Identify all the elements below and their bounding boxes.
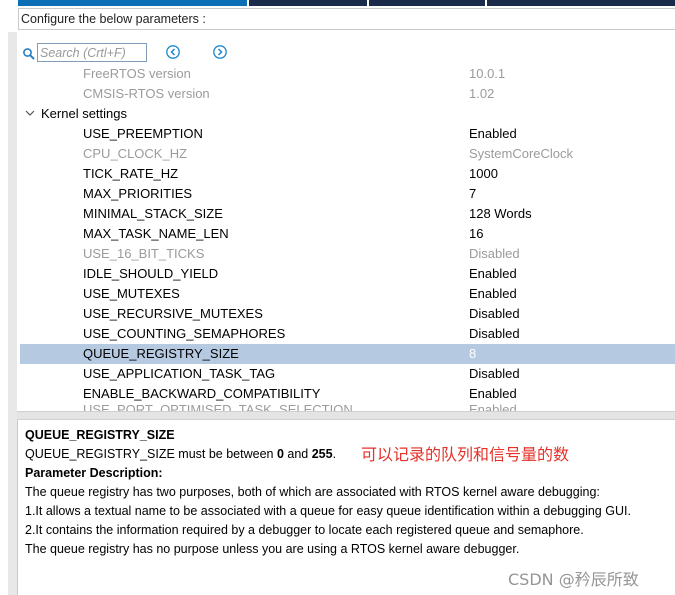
param-name: TICK_RATE_HZ [83,166,179,181]
description-title: QUEUE_REGISTRY_SIZE [25,428,175,442]
annotation-text: 可以记录的队列和信号量的数 [361,445,570,464]
description-range: QUEUE_REGISTRY_SIZE must be between 0 an… [25,447,337,461]
param-name: USE_16_BIT_TICKS [83,246,205,261]
param-row-use-recursive-mutexes[interactable]: USE_RECURSIVE_MUTEXES Disabled [20,304,675,324]
param-name: IDLE_SHOULD_YIELD [83,266,219,281]
param-value: Enabled [469,386,517,401]
parameter-tree: FreeRTOS version 10.0.1 CMSIS-RTOS versi… [20,64,675,412]
group-kernel-settings[interactable]: Kernel settings [20,104,675,124]
param-value: 7 [469,186,477,201]
splitter-handle[interactable] [17,411,675,420]
param-value: Enabled [469,126,517,141]
watermark-text: CSDN @矜辰所致 [508,570,639,589]
param-value-editor[interactable]: 8 [469,346,476,361]
param-row-use-preemption[interactable]: USE_PREEMPTION Enabled [20,124,675,144]
param-value: Enabled [469,266,517,281]
param-name: USE_MUTEXES [83,286,180,301]
param-row-use-counting-semaphores[interactable]: USE_COUNTING_SEMAPHORES Disabled [20,324,675,344]
param-value: 1000 [469,166,498,181]
description-line: The queue registry has no purpose unless… [25,542,520,556]
tab-parameter-settings[interactable] [18,0,247,6]
param-value: Disabled [469,366,520,381]
param-value: SystemCoreClock [469,146,574,161]
description-line: The queue registry has two purposes, bot… [25,485,600,499]
param-row-use-mutexes[interactable]: USE_MUTEXES Enabled [20,284,675,304]
tab-user-constants[interactable] [249,0,367,6]
param-value: Disabled [469,246,520,261]
param-name: FreeRTOS version [83,66,191,81]
param-name: MAX_TASK_NAME_LEN [83,226,229,241]
description-line: 2.It contains the information required b… [25,523,584,537]
next-match-icon[interactable] [212,44,228,60]
param-name: MAX_PRIORITIES [83,186,193,201]
param-row-enable-backward-compatibility[interactable]: ENABLE_BACKWARD_COMPATIBILITY Enabled [20,384,675,404]
param-row-idle-should-yield[interactable]: IDLE_SHOULD_YIELD Enabled [20,264,675,284]
param-value: 10.0.1 [469,66,506,81]
param-row-queue-registry-size[interactable]: QUEUE_REGISTRY_SIZE 8 [20,344,675,364]
description-line: 1.It allows a textual name to be associa… [25,504,631,518]
param-name: QUEUE_REGISTRY_SIZE [83,346,239,361]
group-label: Kernel settings [41,106,127,121]
tab-strip [0,0,675,7]
param-name: CPU_CLOCK_HZ [83,146,188,161]
param-value: 16 [469,226,484,241]
param-name: MINIMAL_STACK_SIZE [83,206,223,221]
param-row-minimal-stack-size[interactable]: MINIMAL_STACK_SIZE 128 Words [20,204,675,224]
param-row-cmsis-rtos-version[interactable]: CMSIS-RTOS version 1.02 [20,84,675,104]
param-row-freertos-version[interactable]: FreeRTOS version 10.0.1 [20,64,675,84]
search-icon [23,48,35,60]
param-value: 128 Words [469,206,532,221]
parameter-description-heading: Parameter Description: [25,466,163,480]
param-name: USE_COUNTING_SEMAPHORES [83,326,286,341]
previous-match-icon[interactable] [165,44,181,60]
param-row-tick-rate-hz[interactable]: TICK_RATE_HZ 1000 [20,164,675,184]
param-value: Enabled [469,286,517,301]
chevron-down-icon[interactable] [24,107,36,119]
config-header-label: Configure the below parameters : [18,8,675,30]
tab-tasks-and-queues[interactable] [369,0,485,6]
tab-config[interactable] [487,0,675,6]
param-name: CMSIS-RTOS version [83,86,210,101]
param-name: USE_PREEMPTION [83,126,203,141]
param-row-max-priorities[interactable]: MAX_PRIORITIES 7 [20,184,675,204]
param-value: Disabled [469,306,520,321]
param-row-use-application-task-tag[interactable]: USE_APPLICATION_TASK_TAG Disabled [20,364,675,384]
param-value: 1.02 [469,86,495,101]
search-bar [22,42,662,66]
param-name: USE_RECURSIVE_MUTEXES [83,306,263,321]
param-row-use-16-bit-ticks[interactable]: USE_16_BIT_TICKS Disabled [20,244,675,264]
param-name: ENABLE_BACKWARD_COMPATIBILITY [83,386,321,401]
search-input[interactable] [37,43,147,62]
param-row-max-task-name-len[interactable]: MAX_TASK_NAME_LEN 16 [20,224,675,244]
param-row-cpu-clock-hz[interactable]: CPU_CLOCK_HZ SystemCoreClock [20,144,675,164]
left-gutter [8,32,17,595]
param-name: USE_APPLICATION_TASK_TAG [83,366,276,381]
param-value: Disabled [469,326,520,341]
